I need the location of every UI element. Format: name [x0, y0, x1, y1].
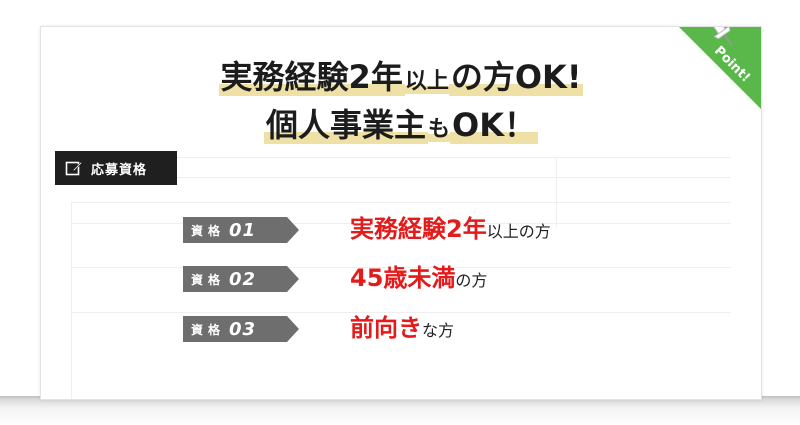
- ghost-line: [556, 157, 557, 227]
- headline-part: 個人事業主: [263, 106, 428, 144]
- ghost-line: [71, 312, 731, 313]
- pushpin-icon: [712, 27, 733, 47]
- headline: 実務経験2年以上の方OK! 個人事業主もOK！: [41, 58, 761, 144]
- requirement-row: 資格 02 45歳未満の方: [183, 266, 487, 292]
- ghost-line: [71, 202, 72, 399]
- headline-part: の方OK!: [448, 58, 584, 96]
- qualification-label: 応募資格: [91, 162, 148, 178]
- requirement-badge: 資格 02: [183, 266, 299, 292]
- requirement-row: 資格 01 実務経験2年以上の方: [183, 217, 551, 243]
- badge-label: 資格: [191, 223, 226, 238]
- requirement-text: 45歳未満の方: [350, 266, 487, 290]
- requirement-rest: 以上の方: [486, 222, 551, 241]
- headline-part: 実務経験2年: [218, 58, 405, 96]
- headline-part: も: [427, 117, 450, 142]
- floor-band: [0, 396, 800, 425]
- edit-icon: [65, 161, 83, 176]
- badge-label: 資格: [191, 272, 226, 287]
- headline-part: OK！: [450, 106, 539, 144]
- qualification-tag: 応募資格: [55, 151, 185, 191]
- requirement-emphasis: 45歳未満: [350, 264, 456, 292]
- requirement-badge: 資格 01: [183, 217, 299, 243]
- badge-number: 03: [229, 318, 257, 340]
- requirement-emphasis: 前向き: [350, 314, 422, 342]
- requirement-rest: な方: [422, 321, 455, 340]
- requirement-text: 実務経験2年以上の方: [350, 217, 551, 241]
- recruit-card: 実務経験2年以上の方OK! 個人事業主もOK！ Point!: [40, 26, 762, 400]
- badge-number: 02: [229, 268, 257, 290]
- requirement-rest: の方: [455, 271, 488, 290]
- requirement-text: 前向きな方: [350, 316, 454, 340]
- ghost-line: [71, 202, 731, 203]
- badge-number: 01: [229, 219, 257, 241]
- requirement-row: 資格 03 前向きな方: [183, 316, 454, 342]
- requirement-emphasis: 実務経験2年: [350, 215, 487, 243]
- badge-label: 資格: [191, 322, 226, 337]
- headline-part: 以上: [404, 69, 449, 94]
- requirement-badge: 資格 03: [183, 316, 299, 342]
